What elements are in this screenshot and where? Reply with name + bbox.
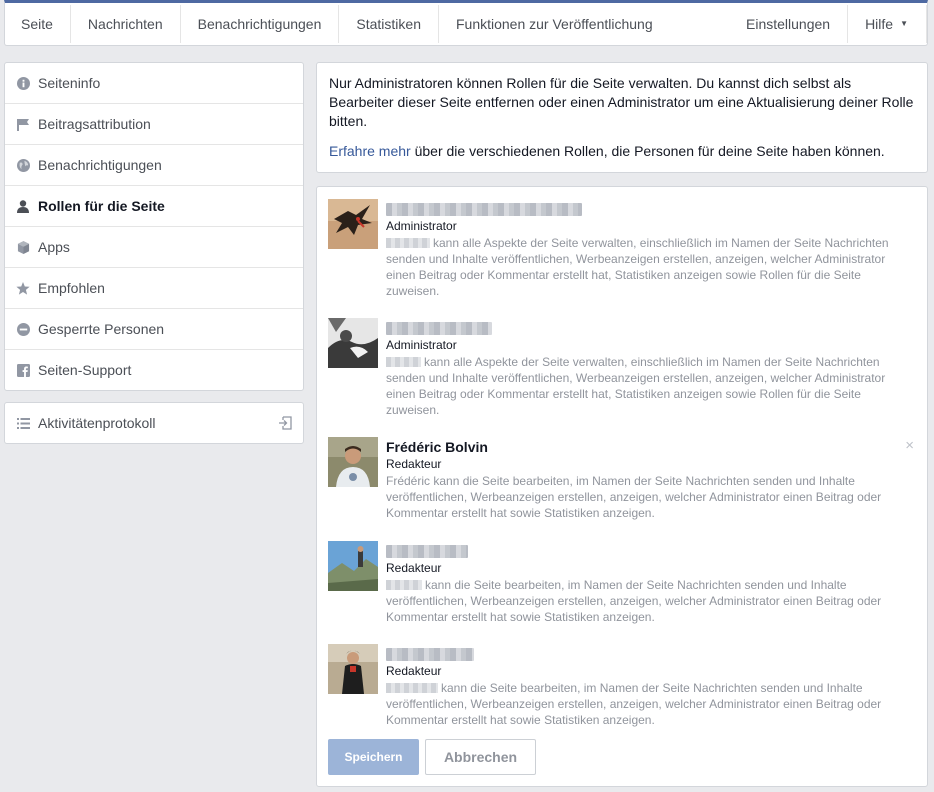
sidebar-item-label: Seiten-Support xyxy=(38,362,132,378)
settings-sidebar: Seiteninfo Beitragsattribution Benachric… xyxy=(4,62,304,444)
globe-icon xyxy=(16,158,30,172)
person-name[interactable] xyxy=(386,541,916,561)
role-description-text: kann alle Aspekte der Seite verwalten, e… xyxy=(386,236,889,298)
person-name[interactable] xyxy=(386,199,916,219)
role-description-text: kann alle Aspekte der Seite verwalten, e… xyxy=(386,355,886,417)
help-label: Hilfe xyxy=(865,16,894,32)
roles-notice: Nur Administratoren können Rollen für di… xyxy=(316,62,928,173)
role-description-text: kann die Seite bearbeiten, im Namen der … xyxy=(386,578,882,624)
facebook-icon xyxy=(16,363,30,377)
star-icon xyxy=(16,281,30,295)
role-label: Redakteur xyxy=(386,457,442,471)
redacted-name-inline xyxy=(386,357,421,367)
role-info: Administrator kann alle Aspekte der Seit… xyxy=(386,199,916,299)
open-log-icon[interactable] xyxy=(278,416,292,433)
tab-benachrichtigungen[interactable]: Benachrichtigungen xyxy=(181,5,340,43)
sidebar-item-empfohlen[interactable]: Empfohlen xyxy=(5,267,303,308)
redacted-name xyxy=(386,544,468,558)
avatar xyxy=(328,318,378,368)
role-description: Frédéric kann die Seite bearbeiten, im N… xyxy=(386,474,882,520)
role-info: Redakteur kann die Seite bearbeiten, im … xyxy=(386,644,916,728)
tab-einstellungen[interactable]: Einstellungen xyxy=(729,5,849,43)
cube-icon xyxy=(16,240,30,254)
avatar xyxy=(328,644,378,694)
caret-down-icon: ▼ xyxy=(900,18,908,28)
page-nav-bar: Seite Nachrichten Benachrichtigungen Sta… xyxy=(4,0,928,46)
tab-funktionen[interactable]: Funktionen zur Veröffentlichung xyxy=(439,5,670,43)
person-icon xyxy=(16,199,30,213)
sidebar-item-label: Aktivitätenprotokoll xyxy=(38,415,156,431)
role-description: kann die Seite bearbeiten, im Namen der … xyxy=(386,577,916,625)
person-name[interactable] xyxy=(386,318,916,338)
sidebar-item-label: Benachrichtigungen xyxy=(38,157,162,173)
avatar xyxy=(328,199,378,249)
sidebar-item-seiten-support[interactable]: Seiten-Support xyxy=(5,349,303,390)
tab-hilfe[interactable]: Hilfe ▼ xyxy=(848,5,927,43)
avatar xyxy=(328,437,378,487)
person-name[interactable]: Frédéric Bolvin xyxy=(386,437,916,457)
sidebar-item-label: Empfohlen xyxy=(38,280,105,296)
block-icon xyxy=(16,322,30,336)
role-label: Administrator xyxy=(386,338,457,352)
role-description-text: kann die Seite bearbeiten, im Namen der … xyxy=(386,681,882,727)
info-icon xyxy=(16,76,30,90)
person-name[interactable] xyxy=(386,644,916,664)
tab-seite[interactable]: Seite xyxy=(5,5,71,43)
form-actions: Speichern Abbrechen xyxy=(328,739,536,775)
role-info: Frédéric Bolvin Redakteur Frédéric kann … xyxy=(386,437,916,521)
sidebar-item-label: Seiteninfo xyxy=(38,75,101,91)
role-label: Redakteur xyxy=(386,664,442,678)
role-description: kann alle Aspekte der Seite verwalten, e… xyxy=(386,354,916,418)
notice-link-rest: über die verschiedenen Rollen, die Perso… xyxy=(410,143,885,159)
learn-more-link[interactable]: Erfahre mehr xyxy=(329,143,411,159)
settings-menu: Seiteninfo Beitragsattribution Benachric… xyxy=(4,62,304,391)
tab-nachrichten[interactable]: Nachrichten xyxy=(71,5,181,43)
redacted-name-inline xyxy=(386,238,430,248)
notice-text: Nur Administratoren können Rollen für di… xyxy=(329,75,914,129)
redacted-name xyxy=(386,202,582,216)
redacted-name xyxy=(386,647,474,661)
role-info: Redakteur kann die Seite bearbeiten, im … xyxy=(386,541,916,625)
sidebar-item-label: Rollen für die Seite xyxy=(38,198,165,214)
flag-icon xyxy=(16,117,30,131)
sidebar-item-label: Beitragsattribution xyxy=(38,116,151,132)
sidebar-item-benachrichtigungen[interactable]: Benachrichtigungen xyxy=(5,144,303,185)
redacted-name xyxy=(386,321,492,335)
cancel-button[interactable]: Abbrechen xyxy=(425,739,536,775)
avatar xyxy=(328,541,378,591)
sidebar-item-apps[interactable]: Apps xyxy=(5,226,303,267)
redacted-name-inline xyxy=(386,580,422,590)
activity-menu: Aktivitätenprotokoll xyxy=(4,402,304,444)
sidebar-item-gesperrte-personen[interactable]: Gesperrte Personen xyxy=(5,308,303,349)
page-roles-panel: Administrator kann alle Aspekte der Seit… xyxy=(316,186,928,787)
role-description: kann die Seite bearbeiten, im Namen der … xyxy=(386,680,916,728)
save-button[interactable]: Speichern xyxy=(328,739,419,775)
remove-icon[interactable]: × xyxy=(905,437,914,454)
sidebar-item-aktivitaetenprotokoll[interactable]: Aktivitätenprotokoll xyxy=(5,403,303,443)
role-info: Administrator kann alle Aspekte der Seit… xyxy=(386,318,916,418)
tab-statistiken[interactable]: Statistiken xyxy=(339,5,439,43)
sidebar-item-seiteninfo[interactable]: Seiteninfo xyxy=(5,63,303,103)
redacted-name-inline xyxy=(386,683,438,693)
sidebar-item-label: Gesperrte Personen xyxy=(38,321,165,337)
list-icon xyxy=(16,416,30,430)
sidebar-item-beitragsattribution[interactable]: Beitragsattribution xyxy=(5,103,303,144)
role-description: kann alle Aspekte der Seite verwalten, e… xyxy=(386,235,916,299)
sidebar-item-rollen[interactable]: Rollen für die Seite xyxy=(5,185,303,226)
role-label: Administrator xyxy=(386,219,457,233)
sidebar-item-label: Apps xyxy=(38,239,70,255)
notice-learn-more: Erfahre mehr über die verschiedenen Roll… xyxy=(329,142,915,161)
role-label: Redakteur xyxy=(386,561,442,575)
